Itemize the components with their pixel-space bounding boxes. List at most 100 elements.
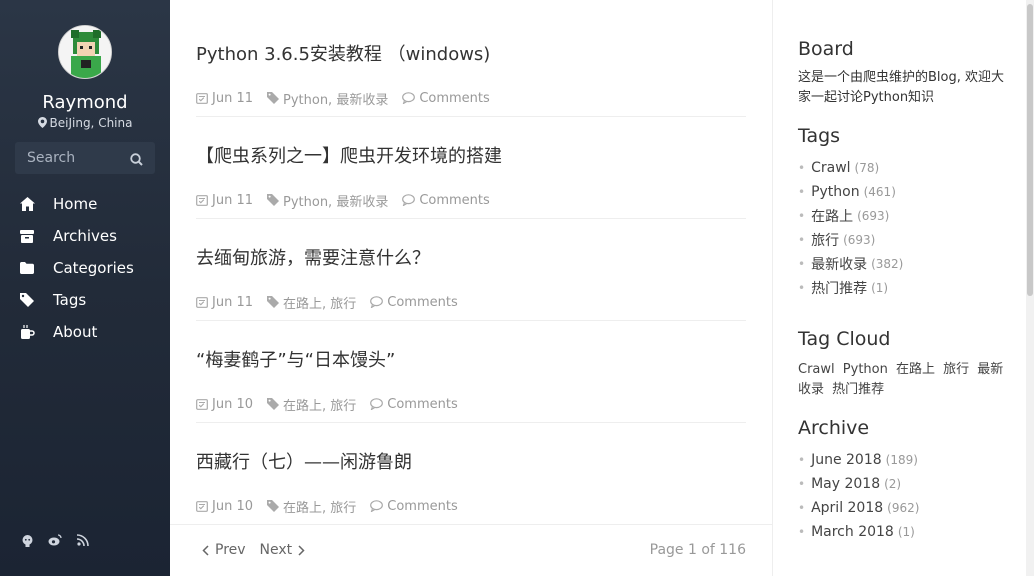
tag-item[interactable]: • Crawl (78) (798, 156, 903, 180)
nav-label: Archives (53, 227, 117, 245)
tag-item[interactable]: • Python (461) (798, 180, 903, 204)
left-sidebar: Raymond BeiJing, China Home Archives Cat… (0, 0, 170, 576)
github-icon[interactable] (20, 533, 34, 547)
tag-item[interactable]: • 旅行 (693) (798, 228, 903, 252)
tag-item[interactable]: • 在路上 (693) (798, 204, 903, 228)
cloud-tag[interactable]: Crawl (798, 362, 835, 377)
bullet: • (798, 525, 806, 539)
archive-count: (2) (884, 477, 902, 491)
post-tags-link[interactable]: 在路上, 旅行 (283, 497, 356, 516)
cloud-tag[interactable]: 热门推荐 (832, 382, 884, 397)
author-name[interactable]: Raymond (0, 92, 170, 113)
post-comments: Comments (370, 397, 458, 412)
next-label: Next (259, 542, 293, 558)
rss-icon[interactable] (76, 533, 90, 547)
calendar-icon (196, 195, 208, 206)
archive-item[interactable]: • March 2018 (1) (798, 520, 919, 544)
tag-count: (461) (863, 185, 896, 199)
post-meta: Jun 10 在路上, 旅行 Comments (196, 394, 746, 414)
post-date-text: Jun 11 (212, 90, 253, 106)
tag-icon (267, 398, 279, 410)
post-comments-link[interactable]: Comments (387, 295, 457, 310)
tag-icon (267, 194, 279, 206)
location-text: BeiJing, China (49, 116, 133, 130)
tag-name: Crawl (811, 160, 851, 176)
archive-item[interactable]: • April 2018 (962) (798, 496, 919, 520)
post-title[interactable]: 【爬虫系列之一】爬虫开发环境的搭建 (196, 144, 746, 170)
post-title[interactable]: “梅妻鹤子”与“日本馒头” (196, 348, 746, 374)
comment-icon (370, 500, 384, 512)
nav-label: About (53, 323, 98, 341)
author-location: BeiJing, China (0, 116, 170, 130)
post-comments-link[interactable]: Comments (387, 397, 457, 412)
calendar-icon (196, 501, 208, 512)
post-title[interactable]: 西藏行（七）——闲游鲁朗 (196, 450, 746, 476)
comment-icon (402, 92, 416, 104)
post-comments: Comments (402, 193, 490, 208)
post-meta: Jun 11 Python, 最新收录 Comments (196, 190, 746, 210)
archive-item[interactable]: • May 2018 (2) (798, 472, 919, 496)
post-tags-link[interactable]: 在路上, 旅行 (283, 293, 356, 312)
post-title[interactable]: 去缅甸旅游，需要注意什么？ (196, 246, 746, 272)
post-tags-link[interactable]: Python, 最新收录 (283, 89, 388, 108)
tag-count: (693) (857, 209, 890, 223)
tag-name: 最新收录 (811, 257, 868, 273)
prev-button[interactable]: Prev (196, 542, 246, 558)
cloud-tag[interactable]: Python (843, 362, 888, 377)
avatar[interactable] (58, 25, 112, 79)
scrollbar-thumb[interactable] (1027, 4, 1033, 296)
sidebar-nav: Home Archives Categories Tags About (0, 188, 170, 348)
search-input[interactable] (27, 150, 127, 166)
post-title[interactable]: Python 3.6.5安装教程 （windows) (196, 42, 746, 68)
nav-item-categories[interactable]: Categories (0, 252, 170, 284)
tag-name: 旅行 (811, 233, 840, 249)
chevron-left-icon (202, 544, 209, 556)
archive-icon (19, 228, 35, 244)
weibo-icon[interactable] (48, 533, 62, 547)
pagination: Prev Next Page 1 of 116 (196, 538, 746, 562)
post-tags-link[interactable]: 在路上, 旅行 (283, 395, 356, 414)
nav-label: Home (53, 195, 98, 213)
tag-count: (693) (843, 233, 876, 247)
nav-item-home[interactable]: Home (0, 188, 170, 220)
post-list-area: Python 3.6.5安装教程 （windows) Jun 11 Python… (170, 0, 772, 576)
nav-item-archives[interactable]: Archives (0, 220, 170, 252)
post-date-text: Jun 10 (212, 498, 253, 514)
tag-item[interactable]: • 最新收录 (382) (798, 252, 903, 276)
archive-item[interactable]: • June 2018 (189) (798, 448, 919, 472)
archive-name: June 2018 (811, 452, 882, 468)
post-comments-link[interactable]: Comments (419, 193, 489, 208)
search-icon[interactable] (130, 151, 143, 170)
cloud-tag[interactable]: 旅行 (943, 362, 969, 377)
tag-item[interactable]: • 热门推荐 (1) (798, 276, 903, 300)
post-tags: Python, 最新收录 (267, 89, 388, 108)
post-meta: Jun 11 Python, 最新收录 Comments (196, 88, 746, 108)
post-comments: Comments (370, 499, 458, 514)
post-comments: Comments (402, 91, 490, 106)
home-icon (19, 196, 35, 212)
nav-label: Tags (53, 291, 87, 309)
post-date-text: Jun 10 (212, 396, 253, 412)
post-date: Jun 11 (196, 295, 253, 310)
search-box[interactable] (15, 142, 155, 174)
bullet: • (798, 501, 806, 515)
next-button[interactable]: Next (260, 542, 312, 558)
calendar-icon (196, 399, 208, 410)
archive-name: May 2018 (811, 476, 881, 492)
cloud-tag[interactable]: 在路上 (896, 362, 935, 377)
archive-count: (1) (897, 525, 915, 539)
location-pin-icon (37, 117, 47, 128)
post-comments-link[interactable]: Comments (387, 499, 457, 514)
divider (170, 524, 772, 525)
post-tags-link[interactable]: Python, 最新收录 (283, 191, 388, 210)
nav-item-about[interactable]: About (0, 316, 170, 348)
scrollbar[interactable] (1026, 0, 1034, 576)
tag-count: (78) (854, 161, 880, 175)
coffee-icon (19, 324, 35, 340)
post-comments-link[interactable]: Comments (419, 91, 489, 106)
tag-name: 热门推荐 (811, 281, 868, 297)
post-date-text: Jun 11 (212, 192, 253, 208)
nav-item-tags[interactable]: Tags (0, 284, 170, 316)
board-text: 这是一个由爬虫维护的Blog, 欢迎大家一起讨论Python知识 (798, 70, 1005, 105)
social-links (20, 533, 90, 547)
